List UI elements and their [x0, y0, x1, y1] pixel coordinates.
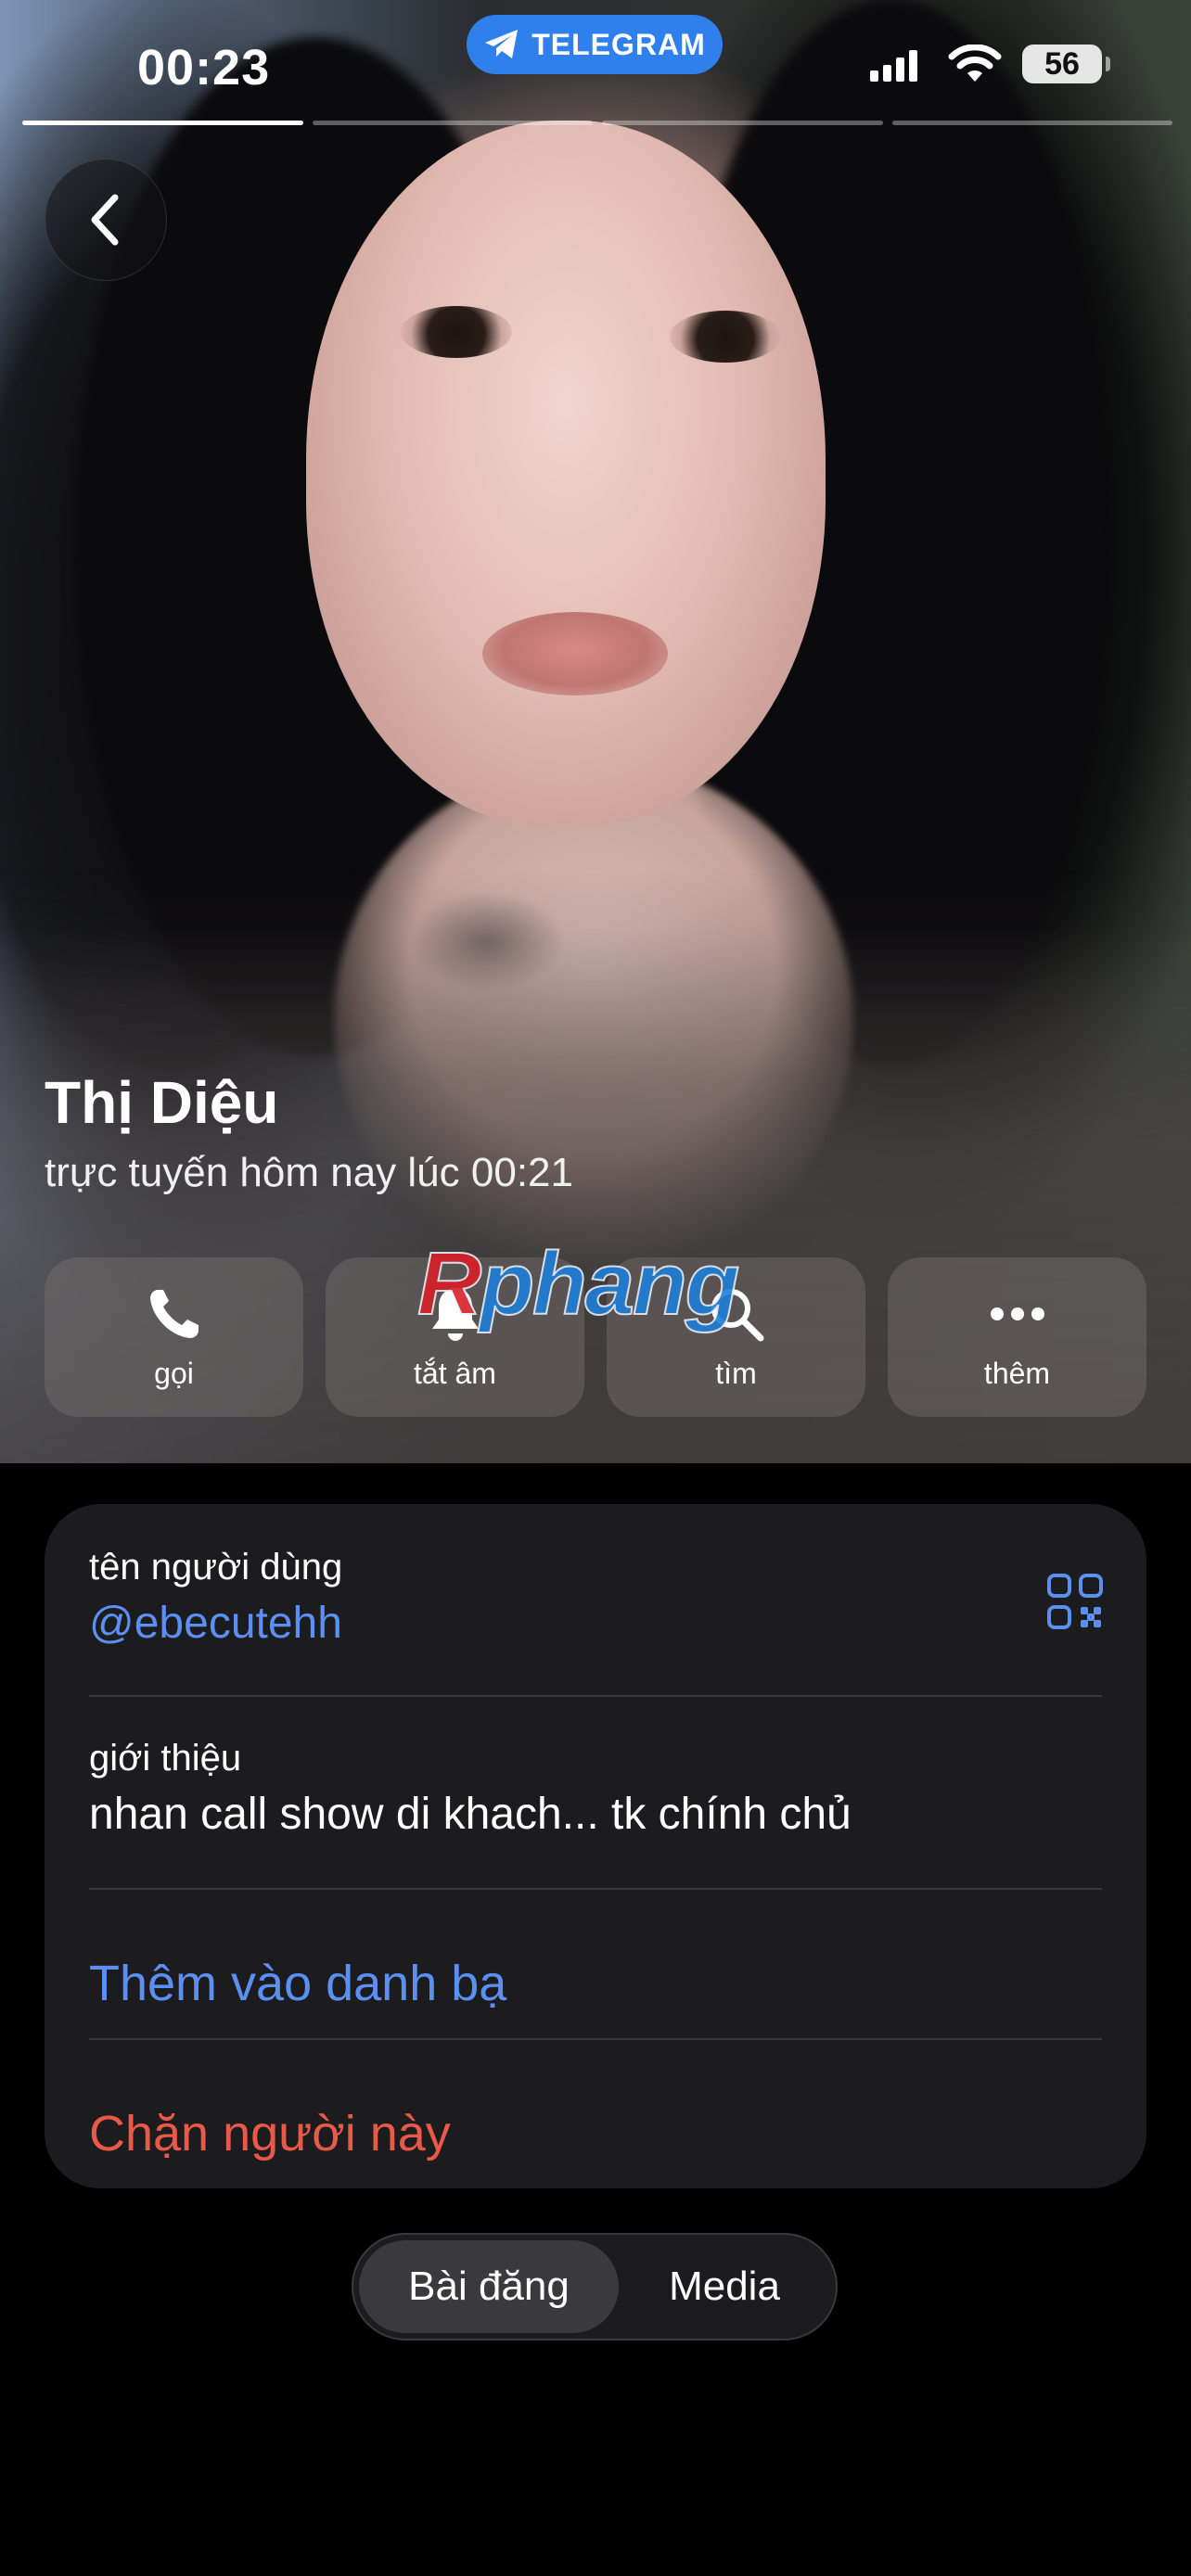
divider — [89, 1888, 1102, 1890]
more-button[interactable]: thêm — [888, 1257, 1146, 1417]
more-label: thêm — [983, 1356, 1051, 1390]
search-button[interactable]: tìm — [607, 1257, 865, 1417]
story-segment-3 — [602, 121, 883, 125]
story-segment-4 — [891, 121, 1172, 125]
bio-row: giới thiệu nhan call show di khach... tk… — [89, 1738, 1102, 1840]
phone-icon — [145, 1284, 204, 1344]
tab-posts[interactable]: Bài đăng — [359, 2240, 619, 2333]
block-row[interactable]: Chặn người này — [89, 2105, 1102, 2162]
bell-icon — [426, 1284, 485, 1344]
username-row[interactable]: tên người dùng @ebecutehh — [89, 1547, 1102, 1649]
wifi-icon — [948, 45, 1002, 82]
profile-name: Thị Diệu — [45, 1069, 279, 1136]
chevron-left-icon — [91, 194, 119, 246]
cellular-signal-icon — [870, 46, 928, 82]
call-label: gọi — [154, 1356, 194, 1390]
more-icon — [988, 1284, 1047, 1344]
battery-percent: 56 — [1044, 45, 1080, 82]
status-indicators: 56 — [870, 45, 1110, 83]
mute-button[interactable]: tắt âm — [326, 1257, 584, 1417]
divider — [89, 1695, 1102, 1697]
search-icon — [707, 1284, 766, 1344]
story-segment-2 — [312, 121, 593, 125]
username-value[interactable]: @ebecutehh — [89, 1598, 1102, 1649]
bio-label: giới thiệu — [89, 1738, 242, 1779]
bio-value: nhan call show di khach... tk chính chủ — [89, 1790, 852, 1839]
telegram-icon — [485, 30, 519, 58]
username-label: tên người dùng — [89, 1547, 343, 1588]
add-contact-button[interactable]: Thêm vào danh bạ — [89, 1955, 1102, 2012]
photo-face — [306, 121, 826, 825]
profile-last-seen: trực tuyến hôm nay lúc 00:21 — [45, 1150, 573, 1195]
divider — [89, 2038, 1102, 2040]
mute-label: tắt âm — [414, 1356, 496, 1390]
story-progress — [22, 121, 1172, 125]
battery-indicator: 56 — [1022, 45, 1110, 83]
status-time: 00:23 — [137, 40, 271, 96]
back-button[interactable] — [45, 159, 167, 281]
qr-code-icon[interactable] — [1046, 1573, 1104, 1630]
add-contact-row[interactable]: Thêm vào danh bạ — [89, 1955, 1102, 2012]
block-user-button[interactable]: Chặn người này — [89, 2105, 1102, 2162]
profile-photo[interactable] — [0, 0, 1191, 1463]
photo-eye-left — [401, 306, 512, 358]
photo-lips — [482, 612, 668, 695]
photo-eye-right — [670, 311, 781, 363]
profile-actions: gọi tắt âm tìm thêm — [45, 1257, 1146, 1417]
telegram-pill-label: TELEGRAM — [531, 27, 706, 61]
tab-media[interactable]: Media — [619, 2240, 830, 2333]
telegram-return-pill[interactable]: TELEGRAM — [467, 15, 723, 74]
story-segment-1 — [22, 121, 303, 125]
search-label: tìm — [715, 1356, 757, 1390]
content-tabs: Bài đăng Media — [352, 2233, 838, 2340]
call-button[interactable]: gọi — [45, 1257, 303, 1417]
profile-info-card: tên người dùng @ebecutehh giới thiệu nha… — [45, 1504, 1146, 2188]
